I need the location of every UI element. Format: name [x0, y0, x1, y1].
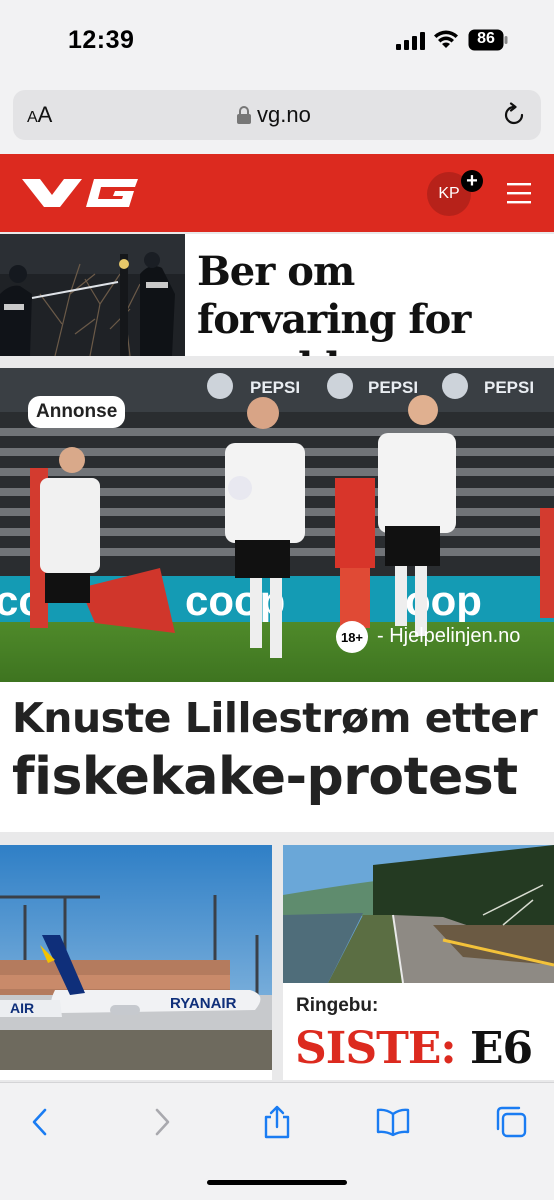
ad-label-badge: Annonse: [28, 396, 126, 428]
svg-text:PEPSI: PEPSI: [368, 378, 418, 397]
bookmarks-icon[interactable]: [376, 1105, 410, 1139]
browser-chrome: AA vg.no: [0, 82, 554, 154]
cellular-signal-icon: [396, 32, 425, 50]
vg-logo[interactable]: [22, 178, 140, 208]
lock-icon: [237, 106, 251, 124]
story-card-airport[interactable]: RYANAIR AIR: [0, 845, 272, 1080]
ad-title-line-1: Knuste Lillestrøm etter: [12, 694, 538, 742]
age-limit-badge: 18+: [336, 621, 368, 653]
forward-chevron-icon[interactable]: [144, 1105, 178, 1139]
ad-card-football[interactable]: PEPSIPEPSIPEPSI cocoopoop: [0, 368, 554, 832]
url-display[interactable]: vg.no: [237, 102, 311, 128]
svg-text:PEPSI: PEPSI: [250, 378, 300, 397]
airport-plane-photo: RYANAIR AIR: [0, 845, 272, 1070]
svg-text:RYANAIR: RYANAIR: [170, 995, 237, 1012]
story-card-ringebu[interactable]: Ringebu: SISTE: E6: [283, 845, 554, 1080]
helpline-text: - Hjelpelinjen.no: [377, 625, 521, 647]
url-text: vg.no: [257, 102, 311, 127]
ad-title-line-2: fiskekake-protest: [12, 747, 518, 807]
wifi-icon: [434, 30, 458, 48]
hamburger-menu-icon[interactable]: [507, 182, 531, 204]
home-indicator: [207, 1180, 347, 1185]
svg-text:AIR: AIR: [10, 1000, 34, 1016]
tabs-icon[interactable]: [494, 1105, 528, 1139]
story-kicker: Ringebu:: [296, 995, 379, 1016]
reload-icon[interactable]: [501, 102, 527, 128]
share-icon[interactable]: [260, 1105, 294, 1139]
site-header: KP: [0, 154, 554, 232]
story-title-text: E6: [469, 1023, 533, 1074]
story-card-sverddrap[interactable]: Ber om forvaring for sverddrap: [0, 234, 554, 356]
story-title[interactable]: SISTE: E6: [295, 1023, 533, 1074]
status-bar: 12:39 86: [0, 0, 554, 82]
back-chevron-icon[interactable]: [24, 1105, 58, 1139]
battery-level: 86: [477, 30, 495, 47]
status-time: 12:39: [68, 26, 135, 54]
plus-subscription-badge[interactable]: +: [461, 170, 483, 192]
landslide-road-photo: [283, 845, 554, 983]
breaking-label: SISTE:: [295, 1023, 457, 1074]
battery-icon: 86: [468, 29, 508, 51]
svg-text:PEPSI: PEPSI: [484, 378, 534, 397]
ad-title[interactable]: Knuste Lillestrøm etter fiskekake-protes…: [12, 692, 552, 810]
address-bar[interactable]: AA vg.no: [13, 90, 541, 140]
police-scene-photo: [0, 234, 185, 356]
reader-settings-button[interactable]: AA: [27, 102, 52, 128]
story-title[interactable]: Ber om forvaring for sverddrap: [197, 248, 547, 356]
